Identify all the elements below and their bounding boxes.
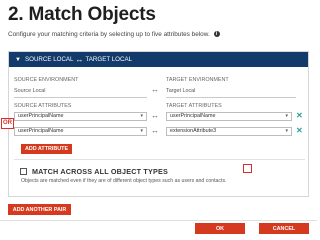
match-all-types-description: Objects are matched even if they are of … — [21, 178, 227, 184]
or-badge: OR — [1, 118, 14, 129]
target-attribute-select-2[interactable]: extensionAttribute3 ▾ — [166, 127, 292, 136]
chevron-down-icon: ▾ — [285, 128, 288, 134]
source-attribute-value-2: userPrincipalName — [18, 128, 64, 134]
chevron-down-icon[interactable]: ▼ — [14, 57, 22, 63]
match-all-types-label: MATCH ACROSS ALL OBJECT TYPES — [32, 167, 168, 176]
add-another-pair-button[interactable]: ADD ANOTHER PAIR — [8, 204, 71, 215]
target-attribute-select-1[interactable]: userPrincipalName ▾ — [166, 112, 292, 121]
cancel-button[interactable]: CANCEL — [259, 223, 309, 234]
remove-attribute-icon[interactable]: ✕ — [296, 126, 303, 135]
attribute-arrow-icon: ↔ — [151, 126, 159, 135]
pair-source-name: SOURCE LOCAL — [25, 56, 74, 63]
target-attributes-label: TARGET ATTRIBUTES — [166, 103, 222, 109]
chevron-down-icon: ▾ — [140, 113, 143, 119]
pair-target-name: TARGET LOCAL — [85, 56, 133, 63]
source-env-divider — [14, 97, 147, 98]
bidirectional-arrow-icon: ↔ — [75, 55, 84, 64]
subtitle-text: Configure your matching criteria by sele… — [8, 31, 210, 38]
highlight-marker — [243, 164, 252, 173]
source-environment-label: SOURCE ENVIRONMENT — [14, 77, 79, 83]
footer-divider — [0, 220, 317, 221]
target-attribute-value-1: userPrincipalName — [170, 113, 216, 119]
target-environment-value: Target Local — [166, 88, 196, 94]
source-environment-value: Source Local — [14, 88, 46, 94]
page-subtitle: Configure your matching criteria by sele… — [8, 31, 220, 38]
attribute-arrow-icon: ↔ — [151, 111, 159, 120]
target-env-divider — [166, 97, 296, 98]
source-attribute-select-1[interactable]: userPrincipalName ▾ — [14, 112, 147, 121]
source-attribute-select-2[interactable]: userPrincipalName ▾ — [14, 127, 147, 136]
chevron-down-icon: ▾ — [140, 128, 143, 134]
page-title: 2. Match Objects — [8, 4, 156, 25]
ok-button[interactable]: OK — [195, 223, 245, 234]
target-attribute-value-2: extensionAttribute3 — [170, 128, 217, 134]
section-divider — [14, 159, 305, 160]
add-attribute-button[interactable]: ADD ATTRIBUTE — [21, 144, 72, 154]
match-pair-panel: ▼ SOURCE LOCAL ↔ TARGET LOCAL SOURCE ENV… — [8, 51, 309, 197]
source-attributes-label: SOURCE ATTRIBUTES — [14, 103, 72, 109]
env-arrow-icon: ↔ — [151, 85, 159, 94]
info-icon[interactable]: i — [213, 31, 220, 38]
target-environment-label: TARGET ENVIRONMENT — [166, 77, 229, 83]
pair-header[interactable]: ▼ SOURCE LOCAL ↔ TARGET LOCAL — [9, 52, 308, 67]
remove-attribute-icon[interactable]: ✕ — [296, 111, 303, 120]
source-attribute-value-1: userPrincipalName — [18, 113, 64, 119]
chevron-down-icon: ▾ — [285, 113, 288, 119]
match-all-types-checkbox[interactable] — [20, 168, 27, 175]
